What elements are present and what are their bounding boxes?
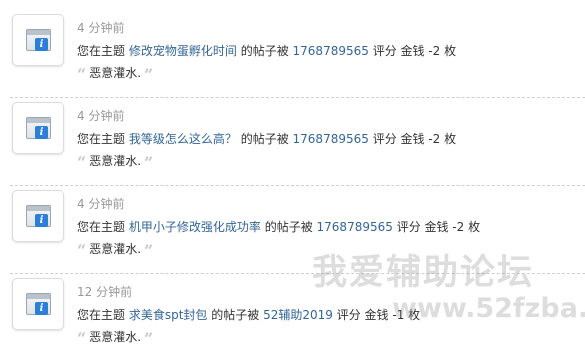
rating-action: 评分 金钱 -2 枚 [396,220,481,234]
reason-text: 恶意灌水. [89,330,142,344]
topic-link[interactable]: 机甲小子修改强化成功率 [129,220,261,234]
notice-item: i 4 分钟前 您在主题 修改宠物蛋孵化时间 的帖子被 1768789565 评… [0,0,585,88]
window-icon: i [26,293,51,315]
user-link[interactable]: 1768789565 [293,44,369,58]
close-quote-icon: ” [144,241,154,260]
watermark-url: www.52fzba.com [392,293,585,324]
notice-feed: i 4 分钟前 您在主题 修改宠物蛋孵化时间 的帖子被 1768789565 评… [0,0,585,357]
notice-time: 12 分钟前 [77,285,133,299]
notice-item: i 4 分钟前 您在主题 我等级怎么这么高？ 的帖子被 1768789565 评… [0,88,585,176]
message-middle: 的帖子被 [211,308,260,322]
notice-time: 4 分钟前 [77,197,125,211]
rating-action: 评分 金钱 -2 枚 [372,132,457,146]
reason-text: 恶意灌水. [89,66,142,80]
rating-action: 评分 金钱 -2 枚 [372,44,457,58]
rating-reason: “恶意灌水.” [77,152,153,172]
topic-link[interactable]: 求美食spt封包 [129,308,208,322]
topic-link[interactable]: 我等级怎么这么高？ [129,132,237,146]
rating-reason: “恶意灌水.” [77,328,153,348]
notice-message: 您在主题 修改宠物蛋孵化时间 的帖子被 1768789565 评分 金钱 -2 … [77,42,456,59]
user-link[interactable]: 1768789565 [317,220,393,234]
notice-info-icon: i [12,102,64,154]
open-quote-icon: “ [77,329,87,348]
notice-info-icon: i [12,278,64,330]
window-icon: i [26,205,51,227]
message-prefix: 您在主题 [77,220,126,234]
close-quote-icon: ” [144,329,154,348]
close-quote-icon: ” [144,153,154,172]
message-prefix: 您在主题 [77,308,126,322]
reason-text: 恶意灌水. [89,242,142,256]
notice-time: 4 分钟前 [77,109,125,123]
user-link[interactable]: 52辅助2019 [263,308,333,322]
message-prefix: 您在主题 [77,132,126,146]
user-link[interactable]: 1768789565 [293,132,369,146]
message-prefix: 您在主题 [77,44,126,58]
notice-info-icon: i [12,190,64,242]
open-quote-icon: “ [77,241,87,260]
notice-message: 您在主题 机甲小子修改强化成功率 的帖子被 1768789565 评分 金钱 -… [77,218,480,235]
notice-info-icon: i [12,14,64,66]
open-quote-icon: “ [77,153,87,172]
message-middle: 的帖子被 [264,220,313,234]
topic-link[interactable]: 修改宠物蛋孵化时间 [129,44,237,58]
notice-message: 您在主题 求美食spt封包 的帖子被 52辅助2019 评分 金钱 -1 枚 [77,306,420,323]
close-quote-icon: ” [144,65,154,84]
notice-time: 4 分钟前 [77,21,125,35]
message-middle: 的帖子被 [240,44,289,58]
window-icon: i [26,29,51,51]
notice-message: 您在主题 我等级怎么这么高？ 的帖子被 1768789565 评分 金钱 -2 … [77,130,456,147]
reason-text: 恶意灌水. [89,154,142,168]
open-quote-icon: “ [77,65,87,84]
rating-reason: “恶意灌水.” [77,64,153,84]
message-middle: 的帖子被 [240,132,289,146]
rating-reason: “恶意灌水.” [77,240,153,260]
watermark-title: 我爱辅助论坛 [312,253,535,293]
window-icon: i [26,117,51,139]
